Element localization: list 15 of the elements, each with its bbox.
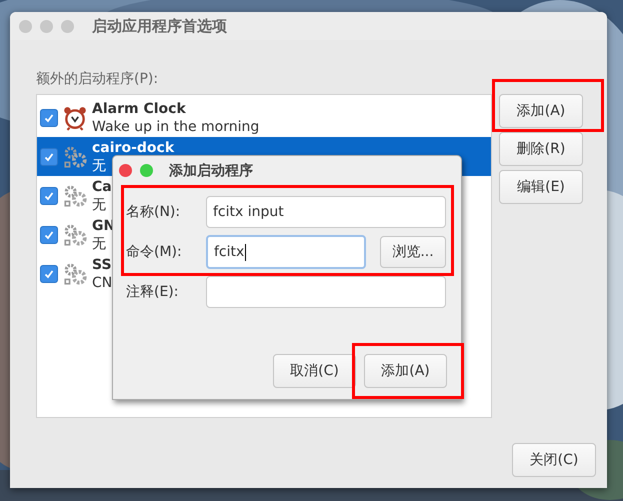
program-name: Alarm Clock — [92, 100, 186, 118]
program-name: cairo-dock — [92, 138, 174, 156]
dialog-title: 添加启动程序 — [169, 162, 253, 180]
program-description: 无 — [92, 156, 106, 174]
program-name: SS — [92, 256, 112, 274]
program-name: Ca — [92, 178, 112, 196]
program-description: 无 — [92, 196, 106, 214]
list-label: 额外的启动程序(P): — [36, 70, 160, 89]
field-label: 名称(N): — [126, 203, 182, 221]
program-description: Wake up in the morning — [92, 118, 260, 136]
program-description: 无 — [92, 234, 106, 252]
window-title: 启动应用程序首选项 — [92, 16, 227, 36]
field-label: 注释(E): — [126, 283, 180, 301]
program-description: CN — [92, 274, 112, 292]
field-label: 命令(M): — [126, 243, 183, 261]
